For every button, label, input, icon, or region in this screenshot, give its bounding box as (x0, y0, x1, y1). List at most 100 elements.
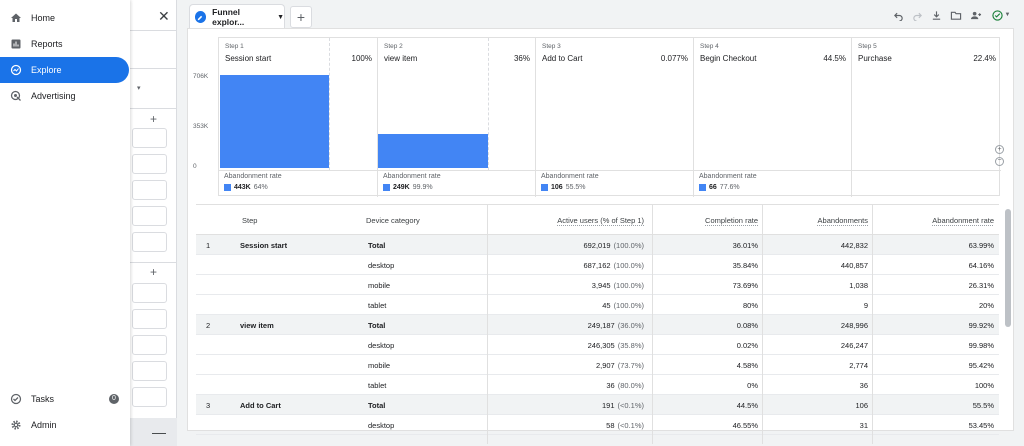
y-tick: 353K (193, 123, 209, 130)
nav-item-explore[interactable]: Explore (0, 57, 129, 83)
funnel-step-3[interactable]: Step 3 Add to Cart 0.077% Abandonment ra… (536, 38, 694, 197)
table-row[interactable]: desktop 687,162 (100.0%) 35.84% 440,857 64.16… (196, 255, 999, 275)
segment-chip[interactable] (132, 206, 167, 226)
cell-users-pct: (100.0%) (613, 260, 644, 270)
collapse-icon[interactable]: — (152, 424, 166, 440)
table-row[interactable]: mobile 3,945 (100.0%) 73.69% 1,038 26.31% (196, 275, 999, 295)
funnel-step-4[interactable]: Step 4 Begin Checkout 44.5% Abandonment … (694, 38, 852, 197)
add-segment-icon[interactable]: + (150, 112, 157, 126)
cell-abandonments: 442,832 (840, 240, 868, 250)
cell-device: desktop (368, 340, 395, 350)
zoom-in-icon[interactable]: + (995, 145, 1004, 154)
cell-device: tablet (368, 380, 387, 390)
table-row[interactable]: desktop 58 (<0.1%) 46.55% 31 53.45% (196, 415, 999, 435)
col-header-abandonments[interactable]: Abandonments (766, 205, 868, 235)
dimension-chip[interactable] (132, 309, 167, 329)
table-row[interactable]: tablet 45 (100.0%) 80% 9 20% (196, 295, 999, 315)
cell-step-name: view item (240, 320, 274, 330)
table-row[interactable]: mobile 2,907 (73.7%) 4.58% 2,774 95.42% (196, 355, 999, 375)
step-name: view item (384, 54, 418, 63)
table-row[interactable]: 3 Add to Cart Total 191 (<0.1%) 44.5% 106 55.5% (196, 395, 999, 415)
nav-item-reports[interactable]: Reports (0, 31, 129, 57)
close-icon[interactable]: ✕ (158, 8, 170, 25)
cell-active-users: 191 (<0.1%) (488, 395, 644, 415)
cell-users-pct: (<0.1%) (617, 400, 644, 410)
cell-active-users: 687,162 (100.0%) (488, 255, 644, 275)
dimension-chip[interactable] (132, 335, 167, 355)
cell-completion-rate: 0% (747, 380, 758, 390)
cell-active-users: 249,187 (36.0%) (488, 315, 644, 335)
abandonment-pct: 99.9% (412, 184, 433, 191)
dimension-chip[interactable] (132, 387, 167, 407)
nav-item-admin[interactable]: Admin (0, 412, 129, 438)
folder-icon[interactable] (949, 8, 963, 22)
cell-abandonments: 9 (863, 300, 868, 310)
segment-chip[interactable] (132, 154, 167, 174)
col-header-active-users[interactable]: Active users (% of Step 1) (488, 205, 644, 235)
step-name: Session start (225, 54, 272, 63)
cell-abandonments: 36 (859, 380, 868, 390)
download-icon[interactable] (929, 8, 943, 22)
step-completion-pct: 36% (513, 54, 530, 63)
funnel-step-5[interactable]: Step 5 Purchase 22.4% + − (852, 38, 1004, 197)
nav-item-label: Explore (31, 65, 62, 75)
tab-funnel-exploration[interactable]: Funnel explor... ▼ (189, 4, 285, 29)
nav-item-label: Tasks (31, 394, 55, 404)
col-header-abandonment-rate[interactable]: Abandonment rate (876, 205, 994, 235)
col-header-step[interactable]: Step (242, 205, 257, 235)
nav-item-home[interactable]: Home (0, 5, 129, 31)
abandonment-count: 443K (234, 184, 251, 191)
nav-item-tasks[interactable]: Tasks 0 (0, 386, 129, 412)
segment-chip[interactable] (132, 128, 167, 148)
cell-abandonments: 246,247 (840, 340, 868, 350)
cell-completion-rate: 46.55% (732, 420, 758, 430)
cell-completion-rate: 80% (742, 300, 758, 310)
segment-chip[interactable] (132, 180, 167, 200)
status-check-dropdown[interactable]: ▼ (990, 8, 1012, 22)
abandonment-pct: 64% (253, 184, 268, 191)
dimension-chip[interactable] (132, 283, 167, 303)
chevron-down-icon[interactable]: ▾ (137, 84, 141, 92)
table-scrollbar[interactable] (1005, 209, 1011, 327)
funnel-chart: 706K 353K 0 Step 1 Session start 100% Ab… (193, 37, 1004, 197)
redo-icon[interactable] (910, 8, 924, 22)
explore-icon (9, 63, 23, 77)
table-row[interactable]: desktop 246,305 (35.8%) 0.02% 246,247 99.98% (196, 335, 999, 355)
cell-abandonment-rate: 95.42% (968, 360, 994, 370)
table-row[interactable]: 2 view item Total 249,187 (36.0%) 0.08% 248,99… (196, 315, 999, 335)
cell-active-users: 45 (100.0%) (488, 295, 644, 315)
undo-icon[interactable] (891, 8, 905, 22)
nav-item-label: Admin (31, 420, 57, 430)
segment-chip[interactable] (132, 232, 167, 252)
dimension-chip[interactable] (132, 361, 167, 381)
add-dimension-icon[interactable]: + (150, 265, 157, 279)
cell-active-users: 58 (<0.1%) (488, 415, 644, 435)
funnel-bar[interactable] (220, 74, 329, 168)
cell-device: desktop (368, 260, 395, 270)
cell-users-value: 36 (606, 380, 615, 390)
cell-users-pct: (35.8%) (617, 340, 644, 350)
cell-users-value: 45 (602, 300, 611, 310)
abandonment-pct: 55.5% (565, 184, 586, 191)
chevron-down-icon[interactable]: ▼ (277, 14, 284, 21)
cell-step-name: Session start (240, 240, 288, 250)
advertising-icon (9, 89, 23, 103)
funnel-bar[interactable] (378, 134, 488, 168)
share-user-icon[interactable] (969, 8, 983, 22)
col-header-completion-rate[interactable]: Completion rate (654, 205, 758, 235)
table-row[interactable]: 1 Session start Total 692,019 (100.0%) 36.01%… (196, 235, 999, 255)
cell-users-pct: (80.0%) (617, 380, 644, 390)
cell-completion-rate: 4.58% (736, 360, 758, 370)
cell-users-pct: (100.0%) (613, 240, 644, 250)
nav-item-advertising[interactable]: Advertising (0, 83, 129, 109)
col-header-device[interactable]: Device category (366, 205, 420, 235)
step-name: Begin Checkout (700, 54, 757, 63)
zoom-out-icon[interactable]: − (995, 157, 1004, 166)
table-row[interactable]: tablet 36 (80.0%) 0% 36 100% (196, 375, 999, 395)
cell-device: tablet (368, 300, 387, 310)
cell-completion-rate: 0.08% (736, 320, 758, 330)
funnel-step-2[interactable]: Step 2 view item 36% Abandonment rate 24… (378, 38, 536, 197)
add-tab-button[interactable]: + (290, 6, 312, 28)
step-completion-pct: 100% (351, 54, 372, 63)
funnel-step-1[interactable]: Step 1 Session start 100% Abandonment ra… (219, 38, 378, 197)
